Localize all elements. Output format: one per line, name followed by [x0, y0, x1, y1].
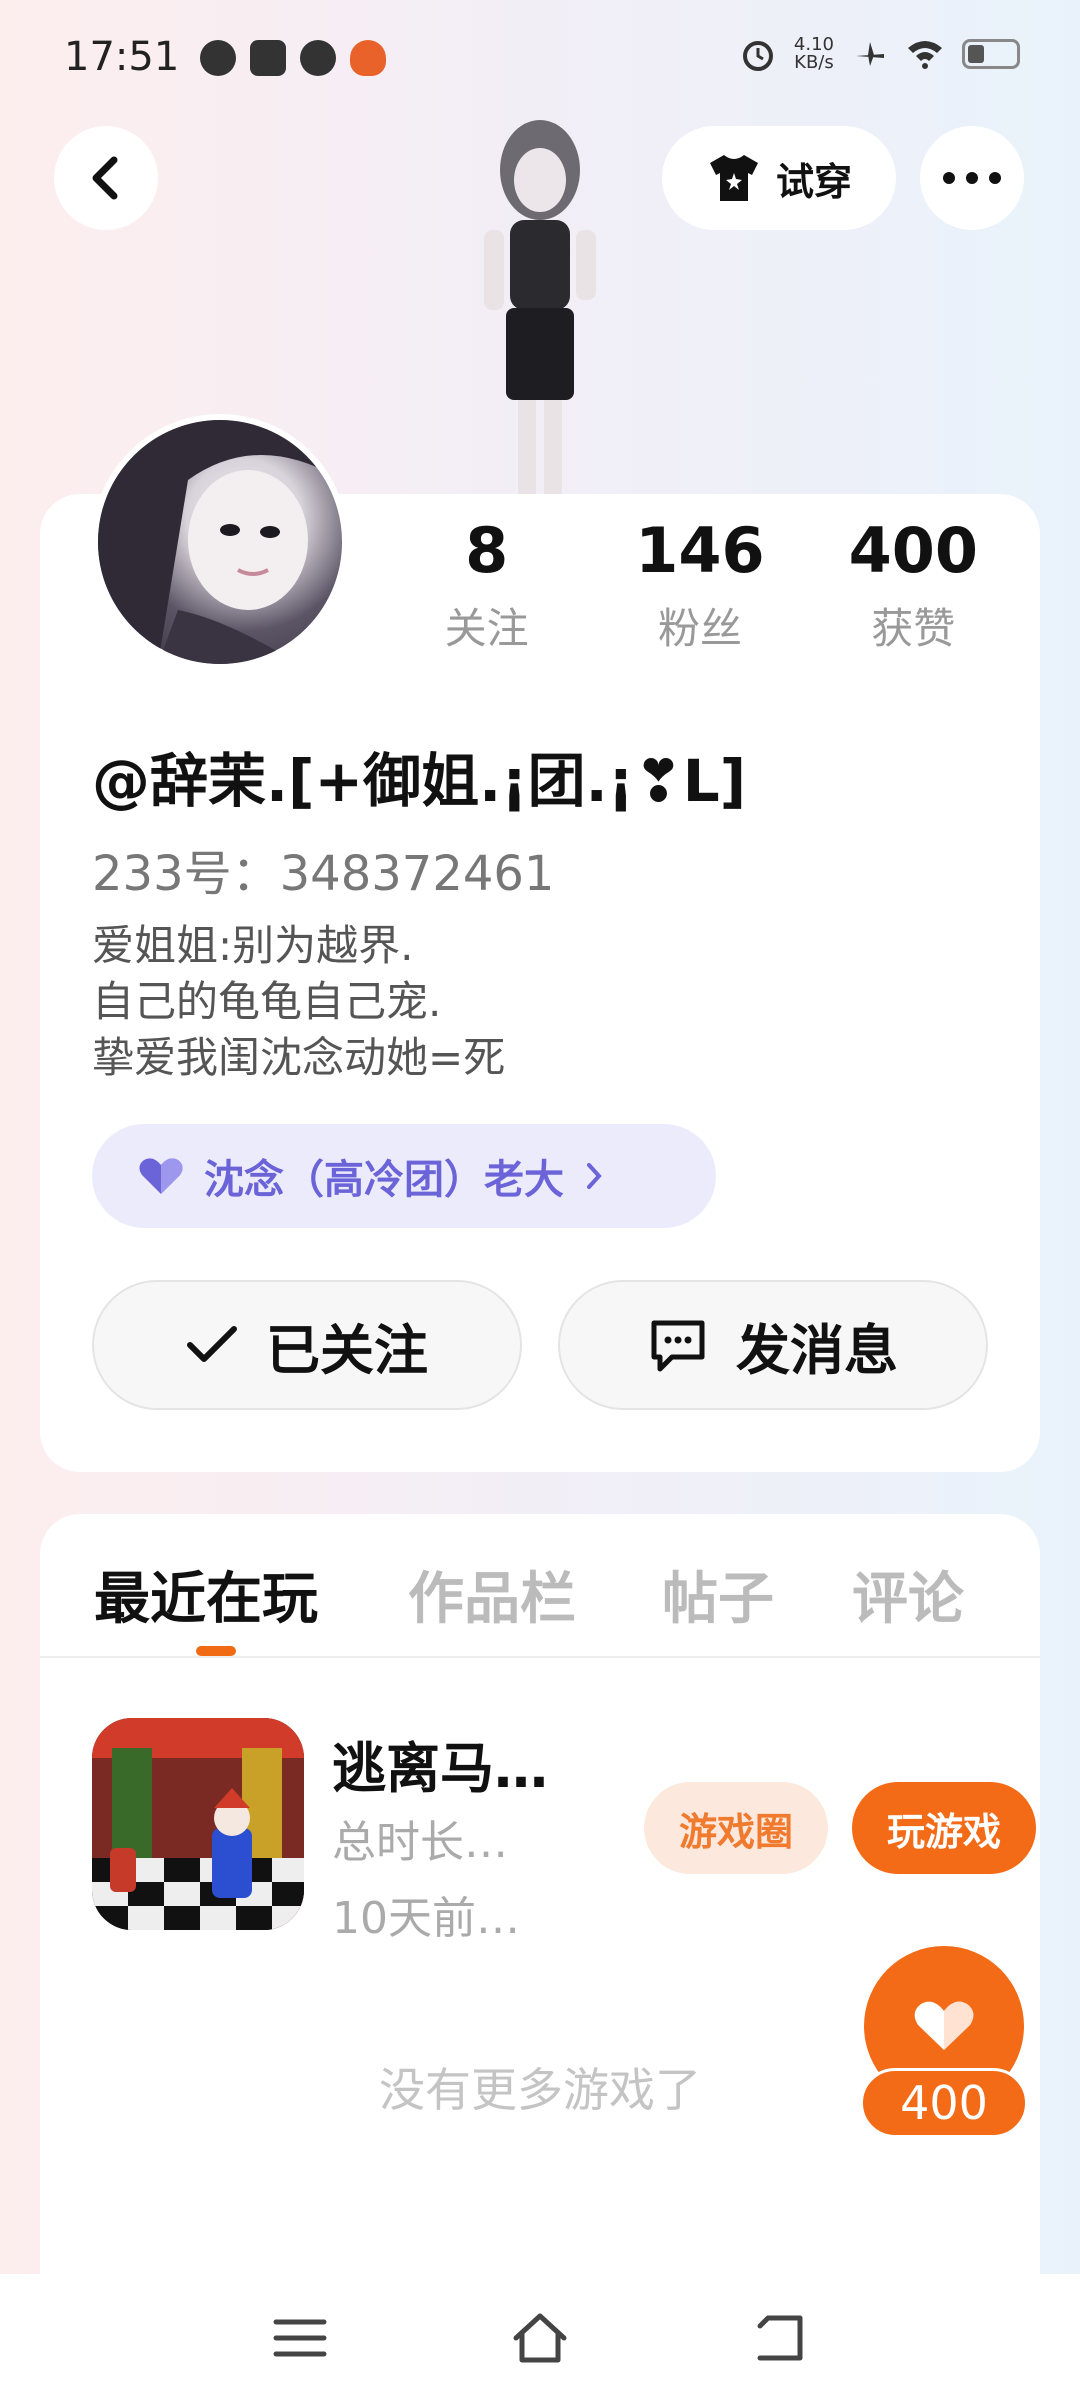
tab-comments[interactable]: 评论 — [852, 1554, 964, 1635]
chat-bubble-icon — [651, 1320, 705, 1372]
avatar-character-figure — [440, 100, 640, 500]
home-icon[interactable] — [510, 2310, 570, 2366]
tab-posts[interactable]: 帖子 — [662, 1554, 774, 1635]
bio-line: 爱姐姐:别为越界. — [92, 921, 414, 970]
tab-bar: 最近在玩 作品栏 帖子 评论 — [40, 1514, 1040, 1658]
chevron-left-icon — [92, 156, 118, 200]
tshirt-icon — [709, 155, 758, 201]
game-thumbnail[interactable] — [92, 1718, 304, 1930]
username: @辞茉.[+御姐.¡团.¡❣L] — [92, 747, 747, 815]
notification-icons — [200, 40, 386, 76]
back-button[interactable] — [54, 126, 158, 230]
profile-card: 8 关注 146 粉丝 400 获赞 @辞茉.[+御姐.¡团.¡❣L] 233号… — [40, 414, 1040, 1472]
avatar[interactable] — [92, 414, 348, 670]
menu-icon[interactable] — [270, 2310, 330, 2366]
tab-recently-played[interactable]: 最近在玩 — [94, 1554, 318, 1635]
wifi-icon — [908, 41, 942, 69]
battery-icon — [962, 39, 1020, 69]
stat-likes[interactable]: 400 获赞 — [813, 514, 1013, 656]
tab-underline — [196, 1646, 236, 1656]
more-dots-icon — [943, 172, 1001, 184]
stat-followers[interactable]: 146 粉丝 — [600, 514, 800, 656]
app-icon — [300, 40, 336, 76]
bio: 爱姐姐:别为越界. 自己的龟龟自己宠. 挚爱我闺沈念动她=死 — [92, 918, 505, 1086]
game-circle-button[interactable]: 游戏圈 — [644, 1782, 828, 1874]
game-last-played: 10天前… — [332, 1893, 520, 1944]
group-label: 沈念（高冷团）老大 — [204, 1157, 564, 1203]
user-id: 233号：348372461 — [92, 846, 555, 902]
heart-icon — [139, 1158, 183, 1194]
content-card: 最近在玩 作品栏 帖子 评论 逃离马… 总时长… 10天前… 游戏圈 玩游戏 没… — [40, 1514, 1040, 2274]
message-label: 发消息 — [736, 1318, 898, 1382]
back-nav-icon[interactable] — [750, 2310, 810, 2366]
airplane-icon — [856, 42, 884, 66]
game-duration: 总时长… — [332, 1817, 508, 1868]
network-speed: 4.10 KB/s — [794, 36, 834, 72]
stat-label: 获赞 — [871, 604, 956, 653]
play-game-button[interactable]: 玩游戏 — [852, 1782, 1036, 1874]
stat-value: 146 — [635, 514, 765, 587]
tab-works[interactable]: 作品栏 — [408, 1554, 576, 1635]
game-title[interactable]: 逃离马… — [332, 1724, 548, 1803]
speed-unit: KB/s — [794, 52, 834, 73]
heart-icon — [914, 2001, 974, 2050]
stat-label: 关注 — [444, 604, 529, 653]
try-on-label: 试穿 — [775, 159, 852, 204]
like-count: 400 — [860, 2068, 1028, 2138]
system-icons: 4.10 KB/s — [740, 36, 1020, 72]
more-button[interactable] — [920, 126, 1024, 230]
bio-line: 挚爱我闺沈念动她=死 — [92, 1033, 506, 1082]
followed-button[interactable]: 已关注 — [92, 1280, 522, 1410]
mail-icon — [250, 40, 286, 76]
pumpkin-icon — [350, 40, 386, 76]
stats-row: 8 关注 146 粉丝 400 获赞 — [380, 514, 1020, 656]
status-time: 17:51 — [64, 34, 180, 80]
stat-value: 8 — [465, 514, 509, 587]
game-list-item[interactable]: 逃离马… 总时长… 10天前… 游戏圈 玩游戏 — [92, 1718, 1040, 1944]
bio-line: 自己的龟龟自己宠. — [92, 977, 442, 1026]
alarm-icon — [742, 41, 773, 71]
check-icon — [187, 1326, 237, 1362]
system-nav-bar — [0, 2274, 1080, 2400]
globe-icon — [200, 40, 236, 76]
stat-value: 400 — [848, 514, 979, 587]
group-badge[interactable]: 沈念（高冷团）老大 — [92, 1124, 716, 1228]
stat-label: 粉丝 — [657, 604, 742, 653]
followed-label: 已关注 — [266, 1318, 428, 1382]
chevron-right-icon — [587, 1163, 602, 1189]
message-button[interactable]: 发消息 — [558, 1280, 988, 1410]
stat-following[interactable]: 8 关注 — [387, 514, 587, 656]
try-on-button[interactable]: 试穿 — [662, 126, 896, 230]
